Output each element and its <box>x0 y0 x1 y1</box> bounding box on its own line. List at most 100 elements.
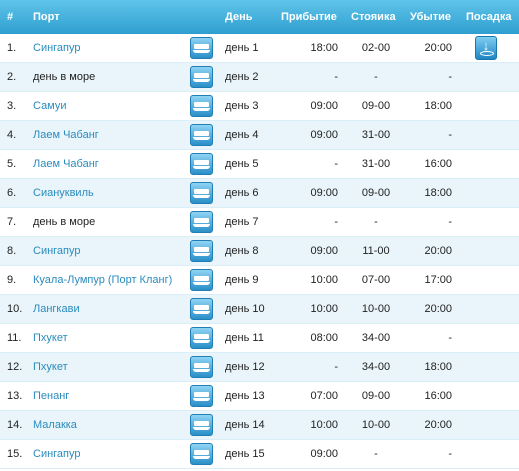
ship-icon[interactable] <box>190 66 213 88</box>
table-row: 1. Сингапур день 1 18:00 02-00 20:00 ↓ <box>0 34 519 63</box>
port-name[interactable]: Сиануквиль <box>33 187 94 199</box>
departure-time: 16:00 <box>424 390 452 402</box>
table-row: 4. Лаем Чабанг день 4 09:00 31-00 - <box>0 121 519 150</box>
stay-duration: 09-00 <box>361 100 391 112</box>
ship-icon[interactable] <box>190 298 213 320</box>
row-number: 1. <box>7 42 17 54</box>
ship-icon[interactable] <box>190 95 213 117</box>
port-name[interactable]: Пхукет <box>33 361 68 373</box>
port-name[interactable]: Сингапур <box>33 448 81 460</box>
day-label: день 2 <box>225 71 259 83</box>
table-row: 13. Пенанг день 13 07:00 09-00 16:00 <box>0 382 519 411</box>
boarding-icon[interactable]: ↓ <box>475 36 497 60</box>
port-name[interactable]: Лаем Чабанг <box>33 158 99 170</box>
day-label: день 4 <box>225 129 259 141</box>
stay-duration: 09-00 <box>361 390 391 402</box>
row-number: 12. <box>7 361 23 373</box>
header-arrival: Прибытие <box>281 11 337 23</box>
departure-time: - <box>448 71 452 83</box>
header-port: Порт <box>33 11 60 23</box>
day-label: день 8 <box>225 245 259 257</box>
row-number: 6. <box>7 187 17 199</box>
departure-time: - <box>448 129 452 141</box>
table-row: 15. Сингапур день 15 09:00 - - <box>0 440 519 469</box>
port-name[interactable]: Сингапур <box>33 42 81 54</box>
departure-time: - <box>448 332 452 344</box>
table-row: 10. Лангкави день 10 10:00 10-00 20:00 <box>0 295 519 324</box>
day-label: день 14 <box>225 419 265 431</box>
arrival-time: 09:00 <box>310 100 338 112</box>
port-name[interactable]: Лангкави <box>33 303 80 315</box>
ship-icon[interactable] <box>190 182 213 204</box>
port-name[interactable]: Сингапур <box>33 245 81 257</box>
departure-time: 17:00 <box>424 274 452 286</box>
row-number: 15. <box>7 448 23 460</box>
header-departure: Убытие <box>410 11 452 23</box>
port-name[interactable]: Самуи <box>33 100 67 112</box>
ship-icon[interactable] <box>190 414 213 436</box>
table-row: 12. Пхукет день 12 - 34-00 18:00 <box>0 353 519 382</box>
arrival-time: 10:00 <box>310 274 338 286</box>
arrival-time: 09:00 <box>310 245 338 257</box>
ship-icon[interactable] <box>190 124 213 146</box>
day-label: день 11 <box>225 332 264 344</box>
port-name[interactable]: Пенанг <box>33 390 69 402</box>
departure-time: 20:00 <box>424 42 452 54</box>
stay-duration: 02-00 <box>361 42 391 54</box>
departure-time: 16:00 <box>424 158 452 170</box>
ship-icon[interactable] <box>190 37 213 59</box>
port-name[interactable]: Пхукет <box>33 332 68 344</box>
ship-icon[interactable] <box>190 269 213 291</box>
port-name[interactable]: Малакка <box>33 419 77 431</box>
day-label: день 6 <box>225 187 259 199</box>
arrival-time: 10:00 <box>310 419 338 431</box>
port-name[interactable]: Куала-Лумпур (Порт Кланг) <box>33 274 172 286</box>
arrival-time: 08:00 <box>310 332 338 344</box>
departure-time: 20:00 <box>424 245 452 257</box>
ship-icon[interactable] <box>190 327 213 349</box>
stay-duration: 31-00 <box>361 158 391 170</box>
day-label: день 9 <box>225 274 259 286</box>
row-number: 13. <box>7 390 23 402</box>
stay-duration: 10-00 <box>361 419 391 431</box>
departure-time: - <box>448 448 452 460</box>
table-row: 3. Самуи день 3 09:00 09-00 18:00 <box>0 92 519 121</box>
ship-icon[interactable] <box>190 443 213 465</box>
day-label: день 15 <box>225 448 265 460</box>
ship-icon[interactable] <box>190 356 213 378</box>
stay-duration: 34-00 <box>361 361 391 373</box>
table-row: 11. Пхукет день 11 08:00 34-00 - <box>0 324 519 353</box>
row-number: 11. <box>7 332 22 344</box>
departure-time: 18:00 <box>424 187 452 199</box>
arrival-time: 07:00 <box>310 390 338 402</box>
stay-duration: 10-00 <box>361 303 391 315</box>
row-number: 2. <box>7 71 17 83</box>
table-row: 2. день в море день 2 - - - <box>0 63 519 92</box>
day-label: день 12 <box>225 361 265 373</box>
ship-icon[interactable] <box>190 385 213 407</box>
header-day: День <box>225 11 253 23</box>
stay-duration: 07-00 <box>361 274 391 286</box>
day-label: день 10 <box>225 303 265 315</box>
itinerary-table: # Порт День Прибытие Стояика Убытие Поса… <box>0 0 519 471</box>
stay-duration: - <box>374 71 378 83</box>
table-row: 9. Куала-Лумпур (Порт Кланг) день 9 10:00 07… <box>0 266 519 295</box>
row-number: 7. <box>7 216 17 228</box>
row-number: 4. <box>7 129 17 141</box>
arrival-time: - <box>334 361 338 373</box>
ship-icon[interactable] <box>190 240 213 262</box>
day-label: день 13 <box>225 390 265 402</box>
port-name[interactable]: Лаем Чабанг <box>33 129 99 141</box>
stay-duration: 34-00 <box>361 332 391 344</box>
ship-icon[interactable] <box>190 153 213 175</box>
stay-duration: - <box>374 216 378 228</box>
row-number: 9. <box>7 274 17 286</box>
day-label: день 7 <box>225 216 259 228</box>
day-label: день 3 <box>225 100 259 112</box>
arrival-time: 10:00 <box>310 303 338 315</box>
departure-time: - <box>448 216 452 228</box>
table-row: 7. день в море день 7 - - - <box>0 208 519 237</box>
stay-duration: 09-00 <box>361 187 391 199</box>
ship-icon[interactable] <box>190 211 213 233</box>
table-header: # Порт День Прибытие Стояика Убытие Поса… <box>0 0 519 34</box>
